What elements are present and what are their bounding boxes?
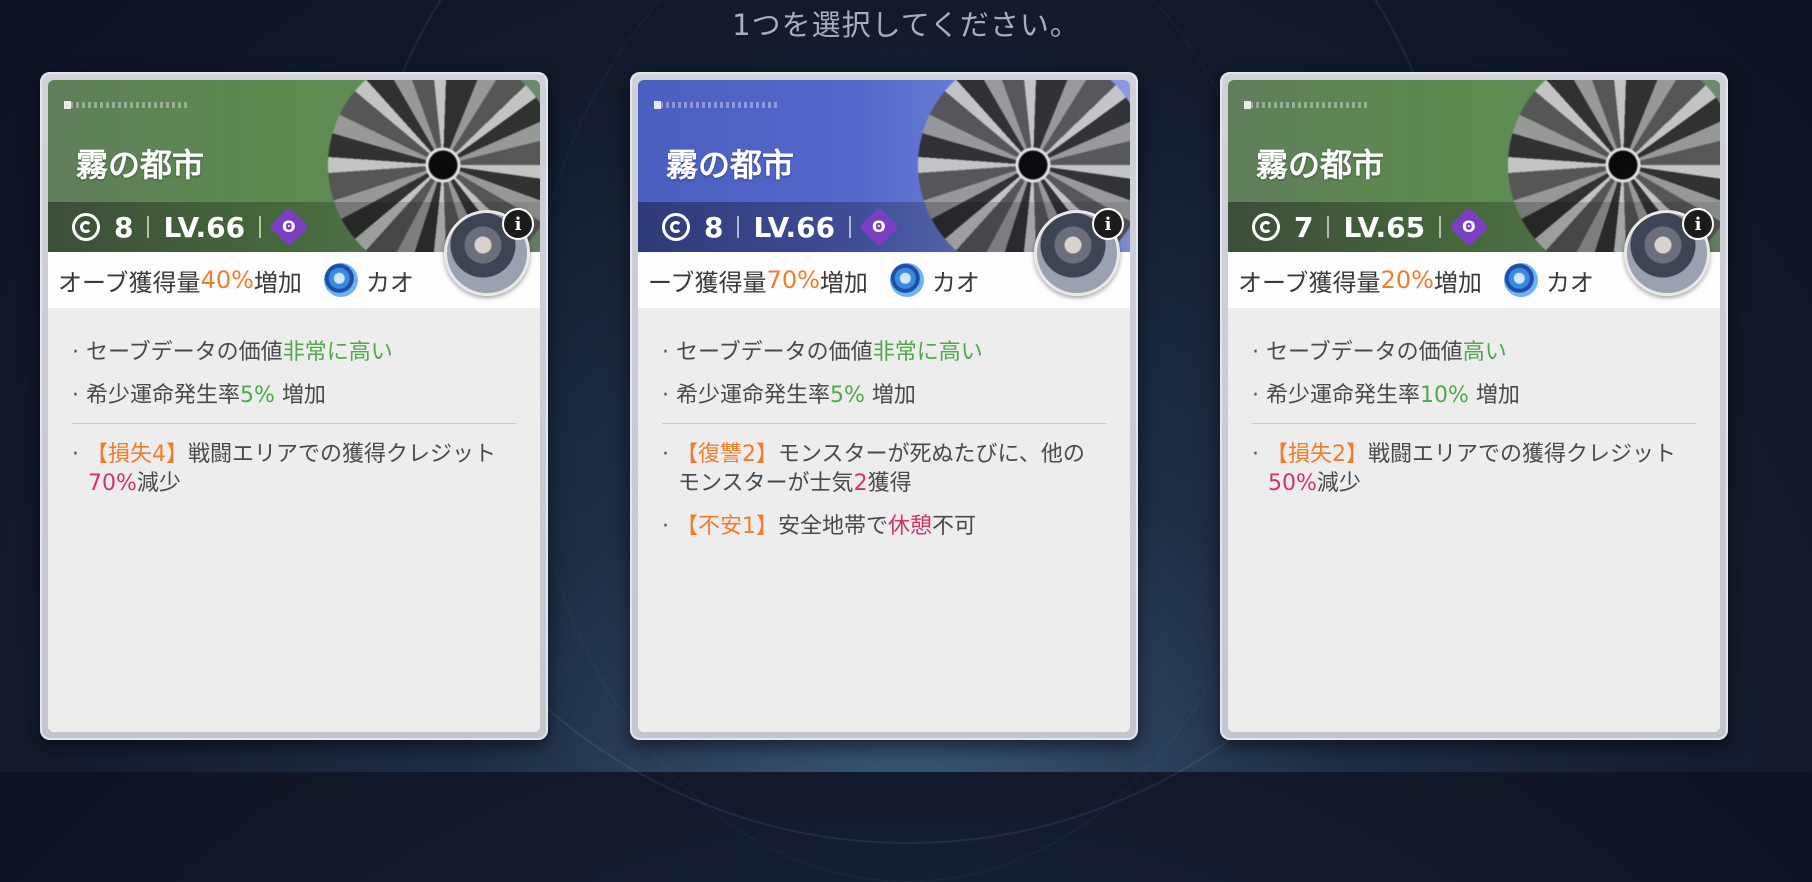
option-card-2[interactable]: 霧の都市 8 LV.66 ʘ ーブ獲得量70%増加 カオ i セーブデータの価値…: [630, 72, 1138, 740]
purple-rune-icon: ʘ: [859, 207, 899, 247]
card-title: 霧の都市: [76, 146, 205, 184]
divider: [147, 216, 150, 238]
level-label: LV.66: [753, 210, 836, 244]
rare-value: 10%: [1420, 383, 1469, 408]
companion-name: カオ: [1545, 268, 1594, 297]
card-inner: 霧の都市 8 LV.66 ʘ オーブ獲得量40%増加 カオ i セーブデータの価…: [48, 80, 540, 732]
debuff-text: 戦闘エリアでの獲得クレジット: [1368, 442, 1677, 467]
card-title: 霧の都市: [1256, 146, 1385, 184]
rare-rate-line: 希少運命発生率10% 増加: [1252, 377, 1696, 409]
rare-value: 5%: [830, 383, 865, 408]
banner-dots: [654, 101, 780, 109]
debuff-suffix: 減少: [136, 471, 181, 496]
save-prefix: セーブデータの価値: [1266, 340, 1463, 365]
spiral-icon: [1252, 213, 1280, 241]
debuff-suffix: 獲得: [867, 471, 912, 496]
divider: [737, 216, 740, 238]
save-prefix: セーブデータの価値: [86, 340, 283, 365]
divider: [849, 216, 852, 238]
debuff-text: 戦闘エリアでの獲得クレジット: [188, 442, 497, 467]
debuff-line: 【損失4】戦闘エリアでの獲得クレジット 70%減少: [72, 440, 516, 498]
debuff-suffix: 減少: [1316, 471, 1361, 496]
selection-prompt: 1つを選択してください。: [732, 8, 1080, 42]
level-label: LV.65: [1343, 210, 1426, 244]
debuff-value: 70%: [88, 471, 137, 496]
card-body: セーブデータの価値高い 希少運命発生率10% 増加 【損失2】戦闘エリアでの獲得…: [1228, 308, 1720, 732]
debuff-value: 50%: [1268, 471, 1317, 496]
blue-swirl-icon: [1503, 263, 1538, 297]
rare-suffix: 増加: [1468, 383, 1520, 408]
debuff-tag: 【損失2】: [1266, 442, 1368, 467]
rare-prefix: 希少運命発生率: [1266, 383, 1421, 408]
blue-swirl-icon: [323, 263, 358, 297]
spiral-icon: [72, 213, 100, 241]
spiral-icon: [662, 213, 690, 241]
debuff-line: 【復讐2】モンスターが死ぬたびに、他のモンスターが士気2獲得: [662, 440, 1106, 498]
option-card-3[interactable]: 霧の都市 7 LV.65 ʘ オーブ獲得量20%増加 カオ i セーブデータの価…: [1220, 72, 1728, 740]
save-value-line: セーブデータの価値非常に高い: [72, 334, 516, 366]
orb-value: 20%: [1380, 266, 1434, 294]
rare-rate-line: 希少運命発生率5% 増加: [72, 377, 516, 409]
debuff-value: 休憩: [888, 514, 933, 539]
info-icon[interactable]: i: [1092, 208, 1124, 240]
debuff-tag: 【損失4】: [86, 442, 188, 467]
orb-prefix: ーブ獲得量: [648, 268, 767, 297]
rare-suffix: 増加: [864, 383, 916, 408]
debuff-text: 安全地帯で: [778, 514, 889, 539]
save-prefix: セーブデータの価値: [676, 340, 873, 365]
debuff-tag: 【復讐2】: [676, 442, 778, 467]
section-divider: [72, 423, 516, 424]
save-value: 高い: [1462, 340, 1507, 365]
orb-prefix: オーブ獲得量: [1238, 268, 1381, 297]
orb-value: 70%: [766, 266, 820, 294]
purple-rune-icon: ʘ: [1449, 207, 1489, 247]
card-inner: 霧の都市 8 LV.66 ʘ ーブ獲得量70%増加 カオ i セーブデータの価値…: [638, 80, 1130, 732]
banner-dots: [64, 101, 190, 109]
rare-rate-line: 希少運命発生率5% 増加: [662, 377, 1106, 409]
info-icon[interactable]: i: [1682, 208, 1714, 240]
stage-count: 8: [704, 210, 724, 244]
stage-count: 7: [1294, 210, 1314, 244]
section-divider: [662, 423, 1106, 424]
section-divider: [1252, 423, 1696, 424]
save-value-line: セーブデータの価値非常に高い: [662, 334, 1106, 366]
option-card-1[interactable]: 霧の都市 8 LV.66 ʘ オーブ獲得量40%増加 カオ i セーブデータの価…: [40, 72, 548, 740]
info-icon[interactable]: i: [502, 208, 534, 240]
debuff-tag: 【不安1】: [676, 514, 778, 539]
debuff-suffix: 不可: [932, 514, 977, 539]
divider: [1327, 216, 1330, 238]
orb-prefix: オーブ獲得量: [58, 268, 201, 297]
save-value: 非常に高い: [282, 340, 393, 365]
rare-prefix: 希少運命発生率: [676, 383, 831, 408]
divider: [1439, 216, 1442, 238]
orb-suffix: 増加: [819, 268, 868, 297]
divider: [259, 216, 262, 238]
card-title: 霧の都市: [666, 146, 795, 184]
orb-suffix: 増加: [1433, 268, 1482, 297]
debuff-line: 【不安1】安全地帯で休憩不可: [662, 512, 1106, 541]
save-value-line: セーブデータの価値高い: [1252, 334, 1696, 366]
stage-count: 8: [114, 210, 134, 244]
rare-prefix: 希少運命発生率: [86, 383, 241, 408]
card-body: セーブデータの価値非常に高い 希少運命発生率5% 増加 【復讐2】モンスターが死…: [638, 308, 1130, 732]
companion-name: カオ: [931, 268, 980, 297]
save-value: 非常に高い: [872, 340, 983, 365]
card-inner: 霧の都市 7 LV.65 ʘ オーブ獲得量20%増加 カオ i セーブデータの価…: [1228, 80, 1720, 732]
companion-name: カオ: [365, 268, 414, 297]
debuff-line: 【損失2】戦闘エリアでの獲得クレジット 50%減少: [1252, 440, 1696, 498]
level-label: LV.66: [163, 210, 246, 244]
card-body: セーブデータの価値非常に高い 希少運命発生率5% 増加 【損失4】戦闘エリアでの…: [48, 308, 540, 732]
purple-rune-icon: ʘ: [269, 207, 309, 247]
banner-dots: [1244, 101, 1370, 109]
rare-suffix: 増加: [274, 383, 326, 408]
orb-suffix: 増加: [253, 268, 302, 297]
debuff-value: 2: [853, 471, 868, 496]
blue-swirl-icon: [889, 263, 924, 297]
orb-value: 40%: [200, 266, 254, 294]
rare-value: 5%: [240, 383, 275, 408]
